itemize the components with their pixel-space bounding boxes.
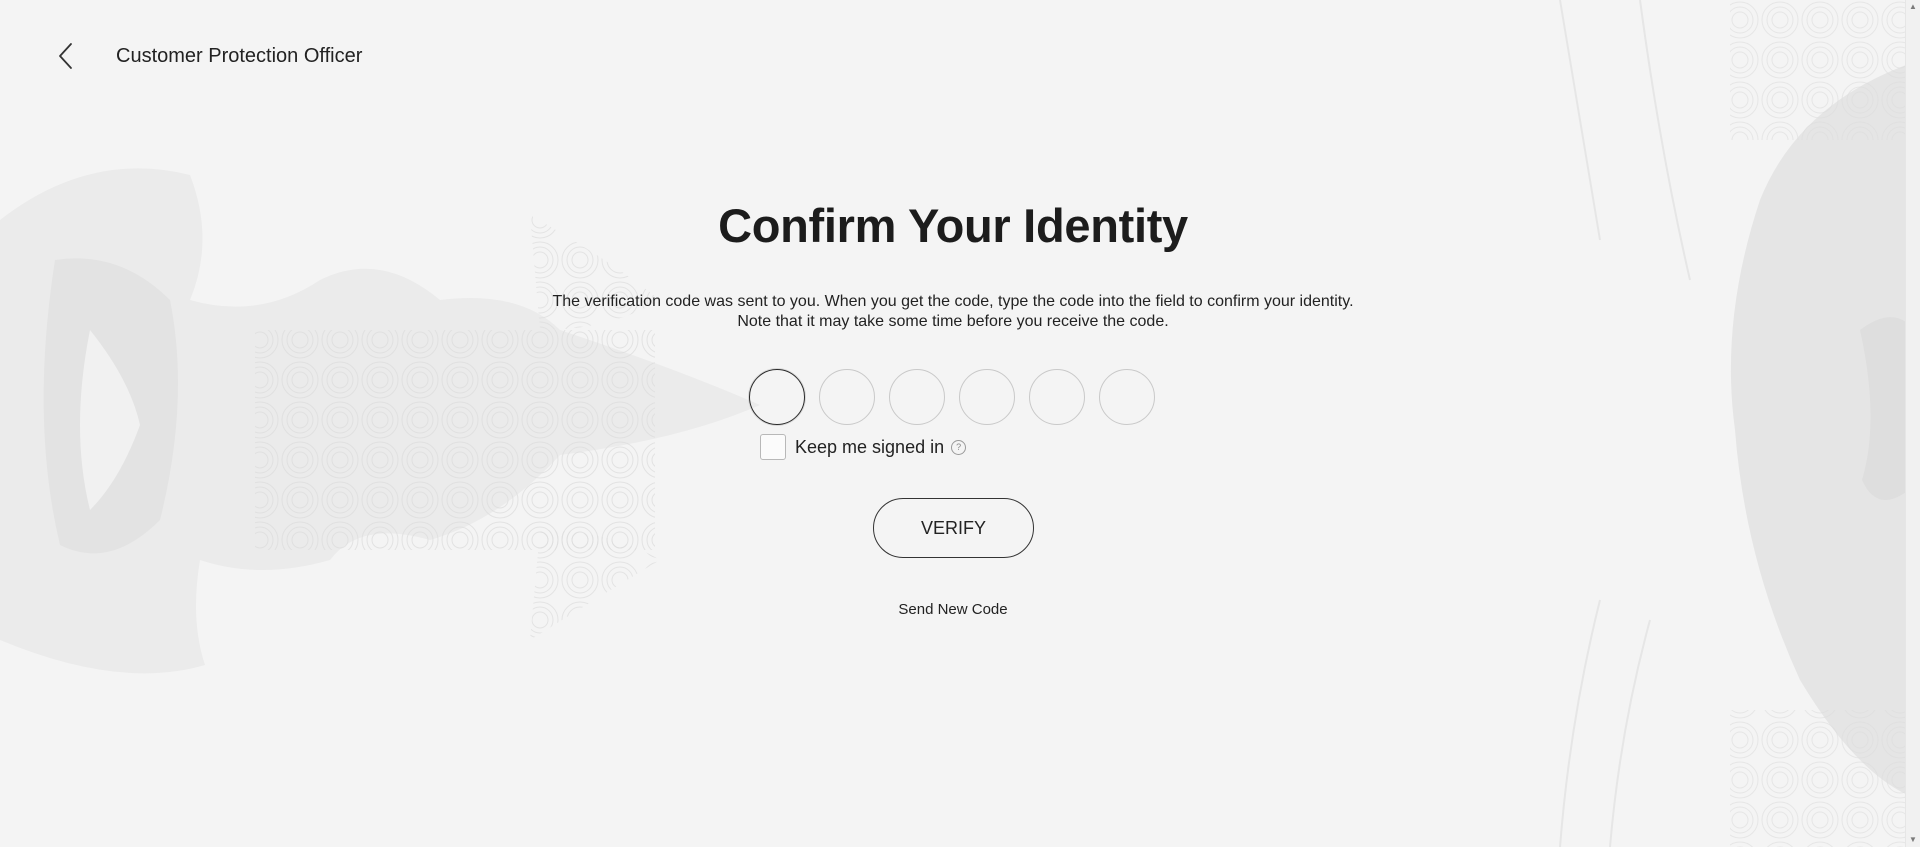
verification-panel: Confirm Your Identity The verification c…: [0, 0, 1906, 847]
code-digit-5[interactable]: [1029, 369, 1085, 425]
keep-signed-in-row: Keep me signed in ?: [760, 433, 967, 461]
page-title: Confirm Your Identity: [718, 199, 1188, 252]
send-new-code-link: Send New Code: [0, 601, 1906, 618]
vertical-scrollbar[interactable]: ▲ ▼: [1905, 0, 1920, 847]
code-digit-1[interactable]: [749, 369, 805, 425]
code-digit-3[interactable]: [889, 369, 945, 425]
keep-signed-in-label: Keep me signed in: [795, 436, 945, 457]
code-digit-2[interactable]: [819, 369, 875, 425]
code-digit-4[interactable]: [959, 369, 1015, 425]
scroll-up-icon[interactable]: ▲: [1906, 0, 1920, 14]
instructions-line-2: Note that it may take some time before y…: [737, 313, 1169, 330]
code-digit-6[interactable]: [1099, 369, 1155, 425]
send-new-code-label[interactable]: Send New Code: [898, 601, 1007, 618]
help-icon[interactable]: ?: [951, 439, 967, 455]
scroll-down-icon[interactable]: ▼: [1906, 833, 1920, 847]
keep-signed-in-checkbox[interactable]: [760, 434, 786, 460]
instructions-line-1: The verification code was sent to you. W…: [552, 293, 1354, 310]
instructions-text: The verification code was sent to you. W…: [0, 292, 1906, 332]
verify-button[interactable]: VERIFY: [873, 498, 1034, 558]
verification-code-inputs: [749, 369, 1155, 425]
